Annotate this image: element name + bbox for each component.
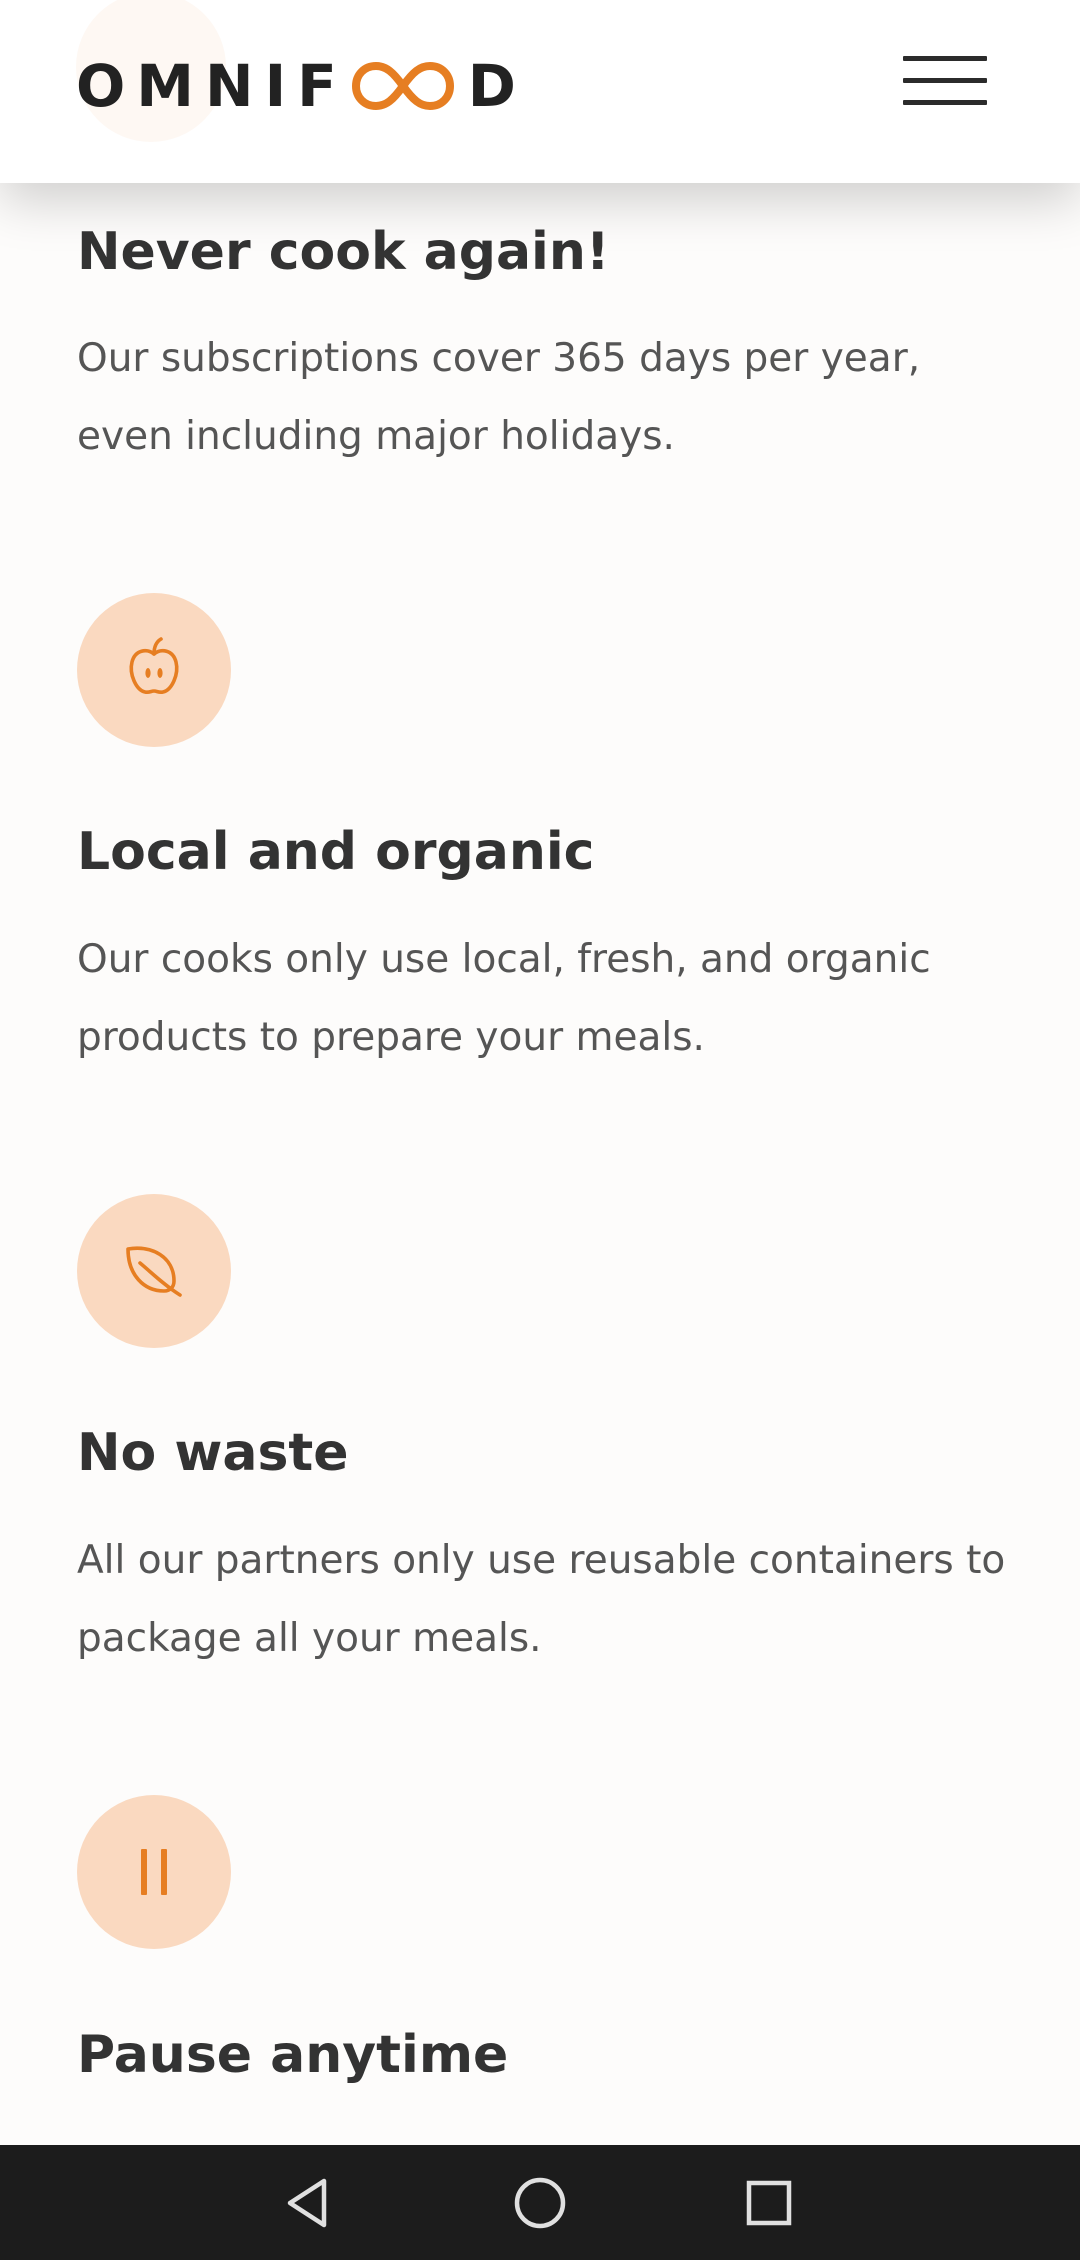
feature-description: Our subscriptions cover 365 days per yea… [77,336,921,459]
logo-text-start: OMNIF [76,52,348,120]
feature-description: Our cooks only use local, fresh, and org… [77,937,931,1060]
infinity-logo-icon [351,62,454,110]
pause-icon [141,1849,167,1895]
home-circle-icon[interactable] [485,2145,595,2260]
site-header: OMNIF D [0,0,1080,183]
leaf-icon [126,1246,182,1297]
feature-title: Local and organic [77,822,595,882]
feature-title: Pause anytime [77,2025,509,2085]
feature-icon-circle [77,593,231,747]
feature-icon-circle [77,1795,231,1949]
back-triangle-icon[interactable] [255,2145,365,2260]
feature-title: Never cook again! [77,222,610,282]
recents-square-icon[interactable] [714,2145,824,2260]
hamburger-menu-icon[interactable] [900,52,990,112]
feature-title: No waste [77,1423,349,1483]
system-navigation-bar [0,2145,1080,2260]
logo-text-end: D [467,52,516,120]
apple-icon [129,637,179,695]
feature-icon-circle [77,1194,231,1348]
feature-description: All our partners only use reusable conta… [77,1538,1006,1661]
omnifood-logo[interactable]: OMNIF D [76,50,516,122]
